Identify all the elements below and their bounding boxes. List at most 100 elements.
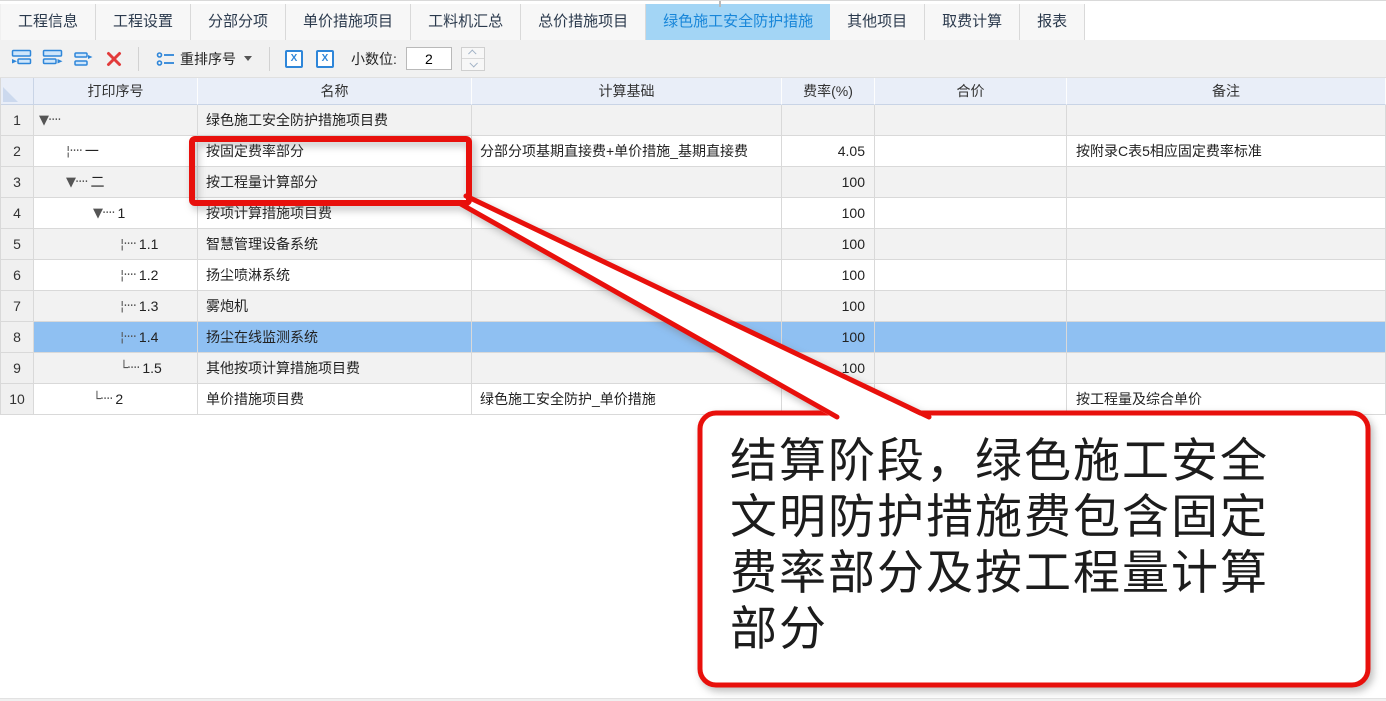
calc-base-cell[interactable] [472,167,782,198]
excel-import-button[interactable]: X [283,48,305,70]
remark-cell[interactable] [1067,198,1386,229]
table-row[interactable]: 5 ¦····1.1 智慧管理设备系统 100 [1,229,1386,260]
decimal-places-input[interactable] [406,47,452,70]
calc-base-cell[interactable] [472,229,782,260]
total-cell[interactable] [875,105,1067,136]
name-cell[interactable]: 雾炮机 [198,291,472,322]
table-row[interactable]: 7 ¦····1.3 雾炮机 100 [1,291,1386,322]
total-cell[interactable] [875,322,1067,353]
row-number[interactable]: 1 [1,105,34,136]
row-number[interactable]: 6 [1,260,34,291]
rate-cell[interactable]: 100 [782,167,875,198]
total-cell[interactable] [875,167,1067,198]
rate-cell[interactable]: 100 [782,229,875,260]
table-row[interactable]: 6 ¦····1.2 扬尘喷淋系统 100 [1,260,1386,291]
calc-base-cell[interactable] [472,291,782,322]
insert-row-button[interactable] [10,48,32,70]
print-seq-cell[interactable]: ▼····1 [34,198,198,229]
col-header-remark[interactable]: 备注 [1067,78,1386,105]
spinner-down-button[interactable] [462,58,484,70]
row-number[interactable]: 4 [1,198,34,229]
table-row[interactable]: 3 ▼····二 按工程量计算部分 100 [1,167,1386,198]
col-header-name[interactable]: 名称 [198,78,472,105]
tab-subitems[interactable]: 分部分项 [191,4,286,40]
print-seq-cell[interactable]: ▼····二 [34,167,198,198]
rate-cell[interactable]: 100 [782,322,875,353]
name-cell[interactable]: 绿色施工安全防护措施项目费 [198,105,472,136]
delete-row-button[interactable] [103,48,125,70]
tree-toggle-icon[interactable]: ▼···· [93,206,115,221]
tree-toggle-icon[interactable]: ▼···· [39,113,61,128]
rate-cell[interactable]: 4.05 [782,136,875,167]
tab-fee-calculation[interactable]: 取费计算 [925,4,1020,40]
print-seq-cell[interactable]: ▼···· [34,105,198,136]
total-cell[interactable] [875,229,1067,260]
calc-base-cell[interactable] [472,353,782,384]
name-cell[interactable]: 扬尘在线监测系统 [198,322,472,353]
tab-project-info[interactable]: 工程信息 [0,4,96,40]
calc-base-cell[interactable] [472,260,782,291]
print-seq-cell[interactable]: └····1.5 [34,353,198,384]
name-cell[interactable]: 按固定费率部分 [198,136,472,167]
row-number[interactable]: 3 [1,167,34,198]
remark-cell[interactable]: 按工程量及综合单价 [1067,384,1386,415]
print-seq-cell[interactable]: └····2 [34,384,198,415]
table-row[interactable]: 10 └····2 单价措施项目费 绿色施工安全防护_单价措施 100 按工程量… [1,384,1386,415]
total-cell[interactable] [875,260,1067,291]
print-seq-cell[interactable]: ¦····一 [34,136,198,167]
remark-cell[interactable] [1067,260,1386,291]
rate-cell[interactable]: 100 [782,260,875,291]
total-cell[interactable] [875,136,1067,167]
total-cell[interactable] [875,384,1067,415]
calc-base-cell[interactable] [472,322,782,353]
total-cell[interactable] [875,291,1067,322]
print-seq-cell[interactable]: ¦····1.2 [34,260,198,291]
print-seq-cell[interactable]: ¦····1.4 [34,322,198,353]
remark-cell[interactable] [1067,229,1386,260]
name-cell[interactable]: 其他按项计算措施项目费 [198,353,472,384]
remark-cell[interactable] [1067,322,1386,353]
remark-cell[interactable] [1067,105,1386,136]
append-row-button[interactable] [72,48,94,70]
calc-base-cell[interactable] [472,198,782,229]
remark-cell[interactable] [1067,291,1386,322]
remark-cell[interactable]: 按附录C表5相应固定费率标准 [1067,136,1386,167]
tab-project-settings[interactable]: 工程设置 [96,4,191,40]
col-header-calc-base[interactable]: 计算基础 [472,78,782,105]
col-header-print-seq[interactable]: 打印序号 [34,78,198,105]
insert-child-row-button[interactable] [41,48,63,70]
row-number[interactable]: 5 [1,229,34,260]
name-cell[interactable]: 单价措施项目费 [198,384,472,415]
tab-total-price-measures[interactable]: 总价措施项目 [521,4,646,40]
row-number[interactable]: 8 [1,322,34,353]
excel-export-button[interactable]: X [314,48,336,70]
spinner-up-button[interactable] [462,48,484,59]
calc-base-cell[interactable] [472,105,782,136]
select-all-corner[interactable] [1,78,34,105]
print-seq-cell[interactable]: ¦····1.1 [34,229,198,260]
rate-cell[interactable]: 100 [782,291,875,322]
remark-cell[interactable] [1067,167,1386,198]
rate-cell[interactable]: 100 [782,198,875,229]
tab-green-construction-safety-measures[interactable]: 绿色施工安全防护措施 [646,4,830,40]
tab-labor-material-summary[interactable]: 工料机汇总 [411,4,521,40]
col-header-rate[interactable]: 费率(%) [782,78,875,105]
print-seq-cell[interactable]: ¦····1.3 [34,291,198,322]
col-header-total[interactable]: 合价 [875,78,1067,105]
total-cell[interactable] [875,198,1067,229]
remark-cell[interactable] [1067,353,1386,384]
table-row[interactable]: 2 ¦····一 按固定费率部分 分部分项基期直接费+单价措施_基期直接费 4.… [1,136,1386,167]
reorder-sequence-button[interactable]: 重排序号 [152,47,256,71]
table-row[interactable]: 9 └····1.5 其他按项计算措施项目费 100 [1,353,1386,384]
rate-cell[interactable] [782,105,875,136]
tab-other-items[interactable]: 其他项目 [830,4,925,40]
name-cell[interactable]: 按项计算措施项目费 [198,198,472,229]
table-row[interactable]: 4 ▼····1 按项计算措施项目费 100 [1,198,1386,229]
table-row[interactable]: 8 ¦····1.4 扬尘在线监测系统 100 [1,322,1386,353]
total-cell[interactable] [875,353,1067,384]
calc-base-cell[interactable]: 分部分项基期直接费+单价措施_基期直接费 [472,136,782,167]
row-number[interactable]: 7 [1,291,34,322]
name-cell[interactable]: 按工程量计算部分 [198,167,472,198]
row-number[interactable]: 10 [1,384,34,415]
row-number[interactable]: 2 [1,136,34,167]
